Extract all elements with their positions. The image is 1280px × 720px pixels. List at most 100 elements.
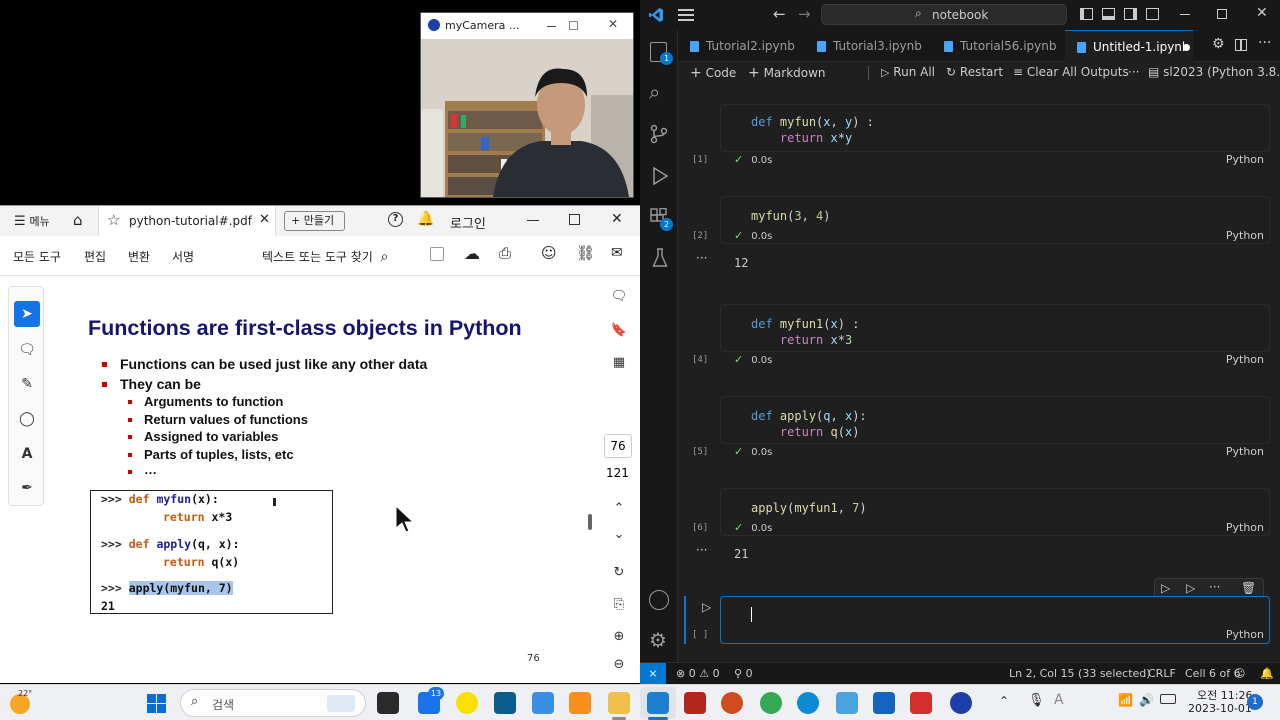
chrome-icon[interactable]: [760, 692, 782, 714]
close-tab-icon[interactable]: ✕: [259, 212, 270, 227]
run-debug-icon[interactable]: [651, 166, 669, 186]
file-explorer-icon[interactable]: [608, 692, 630, 714]
menu-edit[interactable]: 편집: [84, 248, 106, 265]
toggle-secondary-sidebar-icon[interactable]: [1124, 8, 1137, 20]
kakaotalk-icon[interactable]: [456, 692, 478, 714]
task-view-icon[interactable]: [377, 692, 399, 714]
windows-start-icon[interactable]: [147, 694, 167, 714]
cell-editor[interactable]: [720, 596, 1270, 644]
taskbar-search[interactable]: ⌕ 검색: [180, 689, 366, 717]
tab-untitled-1[interactable]: Untitled-1.ipynb: [1065, 30, 1193, 62]
app-icon[interactable]: [684, 692, 706, 714]
more-icon[interactable]: ···: [1209, 580, 1220, 594]
close-icon[interactable]: ✕: [1256, 5, 1268, 21]
split-editor-icon[interactable]: [1235, 39, 1247, 51]
notebook-cell[interactable]: myfun(3, 4) [2] ✓ 0.0s Python ··· 12: [692, 196, 1270, 276]
minimize-icon[interactable]: [547, 26, 556, 27]
notebook-cell[interactable]: def myfun(x, y) : return x*y [1] ✓ 0.0s P…: [692, 104, 1270, 172]
maximize-icon[interactable]: [1217, 9, 1227, 19]
bookmark-icon[interactable]: 🔖: [608, 320, 630, 342]
clock-date[interactable]: 2023-10-01: [1188, 702, 1252, 715]
app-icon[interactable]: [836, 692, 858, 714]
highlight-pen-icon[interactable]: ✎: [14, 371, 40, 397]
unsaved-dot-icon[interactable]: [1183, 44, 1190, 51]
mail-icon[interactable]: ✉: [611, 245, 623, 261]
add-comment-icon[interactable]: 🗨: [14, 337, 40, 363]
volume-icon[interactable]: 🔊: [1139, 693, 1154, 707]
feedback-icon[interactable]: ☺: [1234, 667, 1245, 680]
toggle-sidebar-icon[interactable]: [1080, 8, 1093, 20]
cell-editor[interactable]: def myfun1(x) : return x*3: [720, 304, 1270, 352]
notebook-cell[interactable]: apply(myfun1, 7) [6] ✓ 0.0s Python ··· 21: [692, 488, 1270, 568]
close-icon[interactable]: ✕: [611, 211, 623, 227]
more-toolbar-icon[interactable]: ···: [1128, 65, 1139, 79]
upload-cloud-icon[interactable]: ☁: [464, 244, 480, 263]
print-icon[interactable]: ⎙: [499, 244, 511, 262]
delete-cell-icon[interactable]: 🗑: [1241, 581, 1256, 595]
powerpoint-icon[interactable]: [721, 692, 743, 714]
app-icon[interactable]: [873, 692, 895, 714]
source-control-icon[interactable]: [650, 124, 668, 144]
toggle-panel-icon[interactable]: [1102, 8, 1115, 20]
zoom-in-icon[interactable]: ⊕: [608, 626, 630, 648]
zoom-out-icon[interactable]: ⊖: [608, 654, 630, 676]
kernel-picker[interactable]: ▤ sl2023 (Python 3.8.17): [1148, 65, 1280, 79]
run-below-icon[interactable]: ▷: [1186, 581, 1195, 595]
notifications-icon[interactable]: 🔔: [1260, 667, 1274, 680]
scrollbar-thumb[interactable]: [588, 514, 592, 530]
cell-language[interactable]: Python: [1226, 445, 1264, 458]
minimize-icon[interactable]: [527, 220, 539, 221]
back-arrow-icon[interactable]: ←: [773, 5, 786, 23]
thumbnails-icon[interactable]: ▦: [608, 352, 630, 374]
edge-icon[interactable]: [797, 692, 819, 714]
output-more-icon[interactable]: ···: [696, 251, 707, 265]
battery-icon[interactable]: [1160, 694, 1176, 704]
run-all-button[interactable]: ▷ Run All: [881, 65, 935, 79]
command-center[interactable]: ⌕ notebook: [821, 4, 1067, 25]
app-icon[interactable]: [532, 692, 554, 714]
settings-gear-icon[interactable]: ⚙: [649, 628, 667, 652]
cell-editor[interactable]: myfun(3, 4): [720, 196, 1270, 244]
star-icon[interactable]: ☆: [107, 211, 120, 229]
ports-status[interactable]: ⚲ 0: [734, 667, 753, 680]
close-icon[interactable]: ✕: [608, 17, 618, 31]
vscode-taskbar-icon[interactable]: [647, 692, 669, 714]
next-page-icon[interactable]: ⌄: [608, 524, 630, 546]
menu-all-tools[interactable]: 모든 도구: [13, 248, 61, 265]
bell-icon[interactable]: 🔔: [417, 211, 434, 227]
cell-editor[interactable]: apply(myfun1, 7): [720, 488, 1270, 536]
settings-gear-icon[interactable]: ⚙: [1212, 36, 1225, 52]
menu-convert[interactable]: 변환: [128, 248, 150, 265]
menu-icon[interactable]: [678, 8, 694, 22]
cell-editor[interactable]: def apply(q, x): return q(x): [720, 396, 1270, 444]
menu-button[interactable]: ☰ 메뉴: [14, 213, 50, 229]
rotate-icon[interactable]: ↻: [608, 562, 630, 584]
cell-language[interactable]: Python: [1226, 521, 1264, 534]
home-icon[interactable]: ⌂: [73, 211, 83, 229]
customize-layout-icon[interactable]: [1146, 8, 1159, 20]
extract-page-icon[interactable]: ⎘: [608, 594, 630, 616]
notebook-cell-active[interactable]: ▷ [ ] Python: [684, 596, 1270, 646]
more-actions-icon[interactable]: ···: [1258, 35, 1271, 51]
testing-flask-icon[interactable]: [652, 248, 668, 268]
tab-tutorial3[interactable]: Tutorial3.ipynb: [805, 30, 932, 62]
tab-tutorial2[interactable]: Tutorial2.ipynb: [678, 30, 805, 62]
notification-badge[interactable]: 1: [1247, 694, 1263, 710]
ime-icon[interactable]: A: [1054, 692, 1064, 708]
forward-arrow-icon[interactable]: →: [798, 5, 811, 23]
select-cursor-icon[interactable]: ➤: [14, 301, 40, 327]
microphone-icon[interactable]: 🎙: [1028, 693, 1045, 708]
run-cell-icon[interactable]: ▷: [702, 600, 711, 614]
cursor-position[interactable]: Ln 2, Col 15 (33 selected): [1009, 667, 1151, 680]
remote-button[interactable]: ⨯: [640, 663, 666, 684]
output-more-icon[interactable]: ···: [696, 543, 707, 557]
line-ending[interactable]: CRLF: [1148, 667, 1176, 680]
weather-widget[interactable]: 22°: [8, 689, 36, 717]
add-code-cell-button[interactable]: + Code: [690, 65, 736, 81]
camera-app-icon[interactable]: [950, 692, 972, 714]
sublime-text-icon[interactable]: [569, 692, 591, 714]
signature-pen-icon[interactable]: ✒: [14, 475, 40, 501]
clock-time[interactable]: 오전 11:26: [1197, 687, 1252, 703]
draw-lasso-icon[interactable]: ◯: [14, 406, 40, 432]
app-icon[interactable]: [494, 692, 516, 714]
